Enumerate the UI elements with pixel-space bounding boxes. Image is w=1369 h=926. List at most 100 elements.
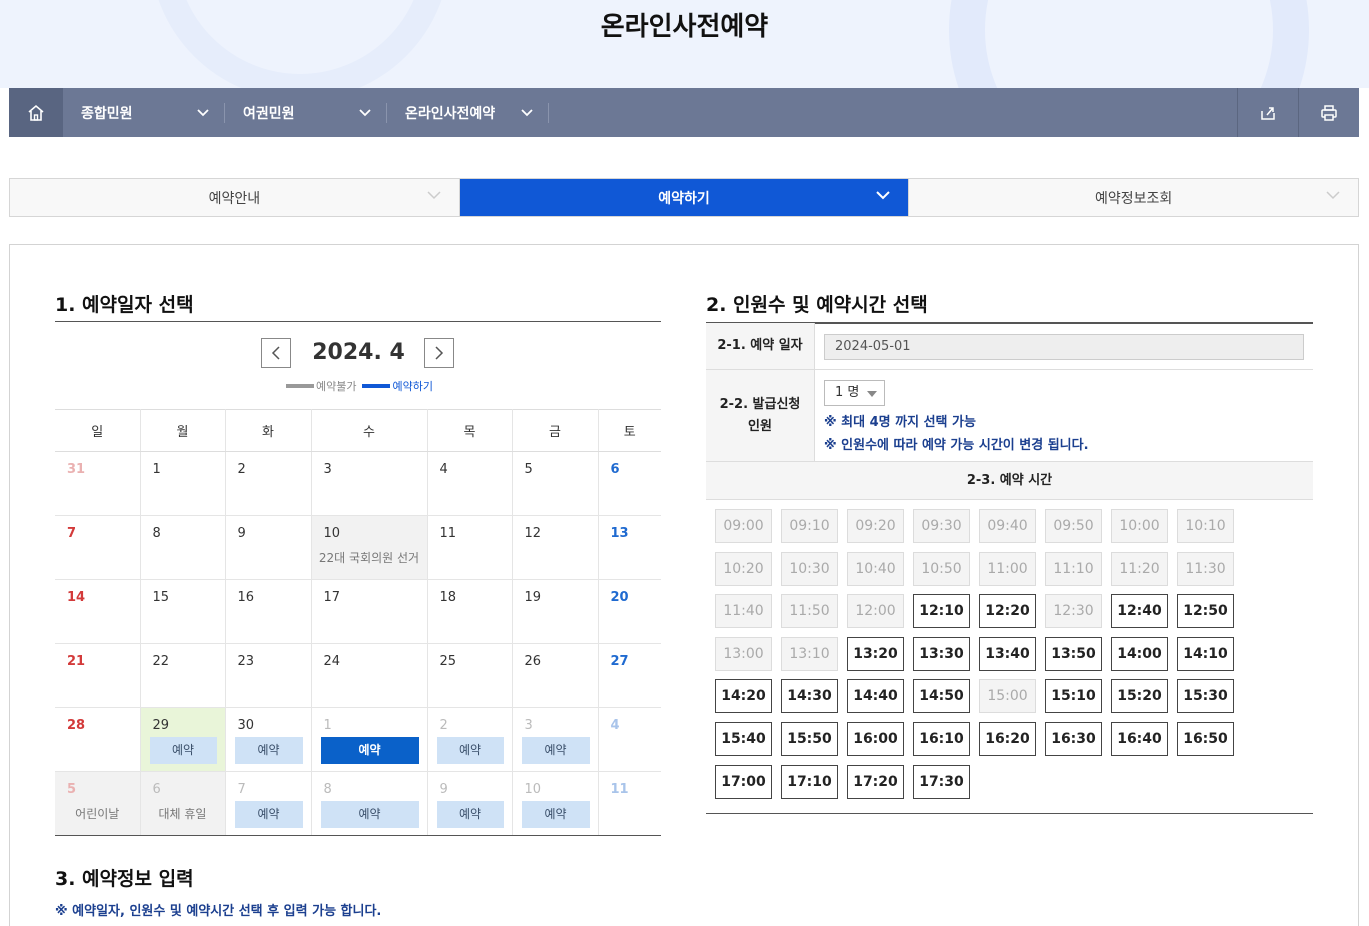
time-slot-button[interactable]: 16:10	[913, 721, 970, 756]
weekday-header: 일	[55, 409, 141, 452]
gnb-menu-reservation[interactable]: 온라인사전예약	[387, 88, 549, 137]
day-number: 7	[67, 526, 77, 541]
reserve-day-button[interactable]: 예약	[234, 801, 303, 828]
reserve-day-button[interactable]: 예약	[149, 737, 217, 764]
time-slot-button[interactable]: 16:50	[1177, 721, 1234, 756]
calendar-week: 31 1 2 3 4 5 6	[55, 451, 661, 516]
calendar-day[interactable]: 29 예약	[140, 707, 226, 772]
day-number: 20	[610, 590, 629, 605]
day-number: 9	[439, 782, 448, 797]
weekday-header: 월	[140, 409, 226, 452]
time-slot-disabled: 15:00	[979, 679, 1036, 714]
time-slot-button[interactable]: 15:50	[781, 721, 838, 756]
gnb-menu-label: 여권민원	[243, 105, 295, 122]
time-slot-button[interactable]: 14:50	[913, 679, 970, 714]
reserve-day-button[interactable]: 예약	[320, 801, 419, 828]
time-slot-button[interactable]: 15:10	[1045, 679, 1102, 714]
time-slot-button[interactable]: 12:40	[1111, 594, 1168, 629]
people-label-line1: 2-2. 발급신청	[719, 396, 801, 412]
chevron-down-icon	[427, 191, 441, 200]
day-number: 31	[67, 462, 86, 477]
people-label: 2-2. 발급신청 인원	[706, 370, 815, 461]
time-slot-button[interactable]: 14:40	[847, 679, 904, 714]
time-slot-button[interactable]: 12:10	[913, 594, 970, 629]
people-hint-max: ※ 최대 4명 까지 선택 가능	[824, 415, 976, 430]
time-slot-button[interactable]: 13:50	[1045, 636, 1102, 671]
time-slot-disabled: 09:20	[847, 509, 904, 543]
time-slot-button[interactable]: 13:40	[979, 636, 1036, 671]
calendar-day: 27	[598, 643, 661, 708]
time-slot-button[interactable]: 17:10	[781, 764, 838, 799]
calendar-day: 6 대체 휴일	[140, 771, 226, 836]
time-slot-button[interactable]: 16:30	[1045, 721, 1102, 756]
day-number: 29	[152, 718, 170, 733]
time-slot-button[interactable]: 15:40	[715, 721, 772, 756]
tab-lookup[interactable]: 예약정보조회	[909, 179, 1359, 216]
month-navigator: 2024. 4	[261, 338, 456, 368]
gnb-menu-passport[interactable]: 여권민원	[225, 88, 387, 137]
calendar-day: 11	[598, 771, 661, 836]
calendar-day: 17	[311, 579, 428, 644]
time-slot-button[interactable]: 12:20	[979, 594, 1036, 629]
time-slot-button[interactable]: 13:20	[847, 636, 904, 671]
tab-reserve[interactable]: 예약하기	[459, 179, 910, 216]
reserve-day-button-selected[interactable]: 예약	[320, 737, 419, 764]
day-number: 27	[610, 654, 629, 669]
calendar-day[interactable]: 1 예약	[311, 707, 428, 772]
reserve-day-button[interactable]: 예약	[521, 737, 590, 764]
weekday-header: 금	[512, 409, 599, 452]
next-month-button[interactable]	[424, 338, 454, 368]
time-slot-button[interactable]: 17:30	[913, 764, 970, 799]
time-slot-button[interactable]: 17:20	[847, 764, 904, 799]
calendar-day[interactable]: 8 예약	[311, 771, 428, 836]
calendar-day: 2	[225, 451, 312, 516]
tab-guide[interactable]: 예약안내	[10, 179, 460, 216]
sub-tabs: 예약안내 예약하기 예약정보조회	[9, 178, 1359, 217]
reserve-day-button[interactable]: 예약	[436, 737, 504, 764]
time-slot-button[interactable]: 14:10	[1177, 636, 1234, 671]
home-button[interactable]	[9, 88, 63, 137]
calendar-day: 10 22대 국회의원 선거	[311, 515, 428, 580]
gnb-menu-general[interactable]: 종합민원	[63, 88, 225, 137]
holiday-note: 대체 휴일	[158, 807, 207, 821]
time-slot-button[interactable]: 15:30	[1177, 679, 1234, 714]
calendar-day[interactable]: 9 예약	[427, 771, 513, 836]
time-slot-button[interactable]: 16:00	[847, 721, 904, 756]
calendar-day[interactable]: 7 예약	[225, 771, 312, 836]
time-slot-button[interactable]: 17:00	[715, 764, 772, 799]
calendar-day: 3	[311, 451, 428, 516]
time-slot-button[interactable]: 16:20	[979, 721, 1036, 756]
chevron-left-icon	[271, 346, 280, 360]
print-button[interactable]	[1298, 88, 1359, 137]
calendar-day[interactable]: 10 예약	[512, 771, 599, 836]
reserve-day-button[interactable]: 예약	[521, 801, 590, 828]
time-slot-button[interactable]: 13:30	[913, 636, 970, 671]
people-select[interactable]: 1 명	[824, 380, 885, 406]
calendar-day: 4	[427, 451, 513, 516]
section-info-note: ※ 예약일자, 인원수 및 예약시간 선택 후 입력 가능 합니다.	[55, 904, 382, 919]
time-slot-button[interactable]: 14:30	[781, 679, 838, 714]
day-number: 19	[524, 590, 542, 605]
time-slot-button[interactable]: 14:00	[1111, 636, 1168, 671]
day-number: 3	[524, 718, 533, 733]
time-slot-button[interactable]: 14:20	[715, 679, 772, 714]
reserve-day-button[interactable]: 예약	[436, 801, 504, 828]
day-number: 10	[323, 526, 341, 541]
calendar-day: 1	[140, 451, 226, 516]
time-slot-disabled: 10:00	[1111, 509, 1168, 543]
calendar-table: 일월화수목금토 31 1 2 3 4 5 6 7 8 9 10 22대 국회의원 선거 11 12 13 14…	[55, 409, 661, 836]
share-button[interactable]	[1237, 88, 1298, 137]
calendar-day: 5 어린이날	[55, 771, 141, 836]
tab-label: 예약정보조회	[1095, 190, 1173, 207]
prev-month-button[interactable]	[261, 338, 291, 368]
section-date-title: 1. 예약일자 선택	[55, 294, 194, 316]
reserve-day-button[interactable]: 예약	[234, 737, 303, 764]
day-number: 14	[67, 590, 86, 605]
calendar-day[interactable]: 3 예약	[512, 707, 599, 772]
time-slot-button[interactable]: 15:20	[1111, 679, 1168, 714]
time-slot-button[interactable]: 12:50	[1177, 594, 1234, 629]
calendar-day[interactable]: 30 예약	[225, 707, 312, 772]
calendar-day[interactable]: 2 예약	[427, 707, 513, 772]
calendar-week: 28 29 예약 30 예약 1 예약 2 예약 3 예약 4	[55, 707, 661, 772]
time-slot-button[interactable]: 16:40	[1111, 721, 1168, 756]
